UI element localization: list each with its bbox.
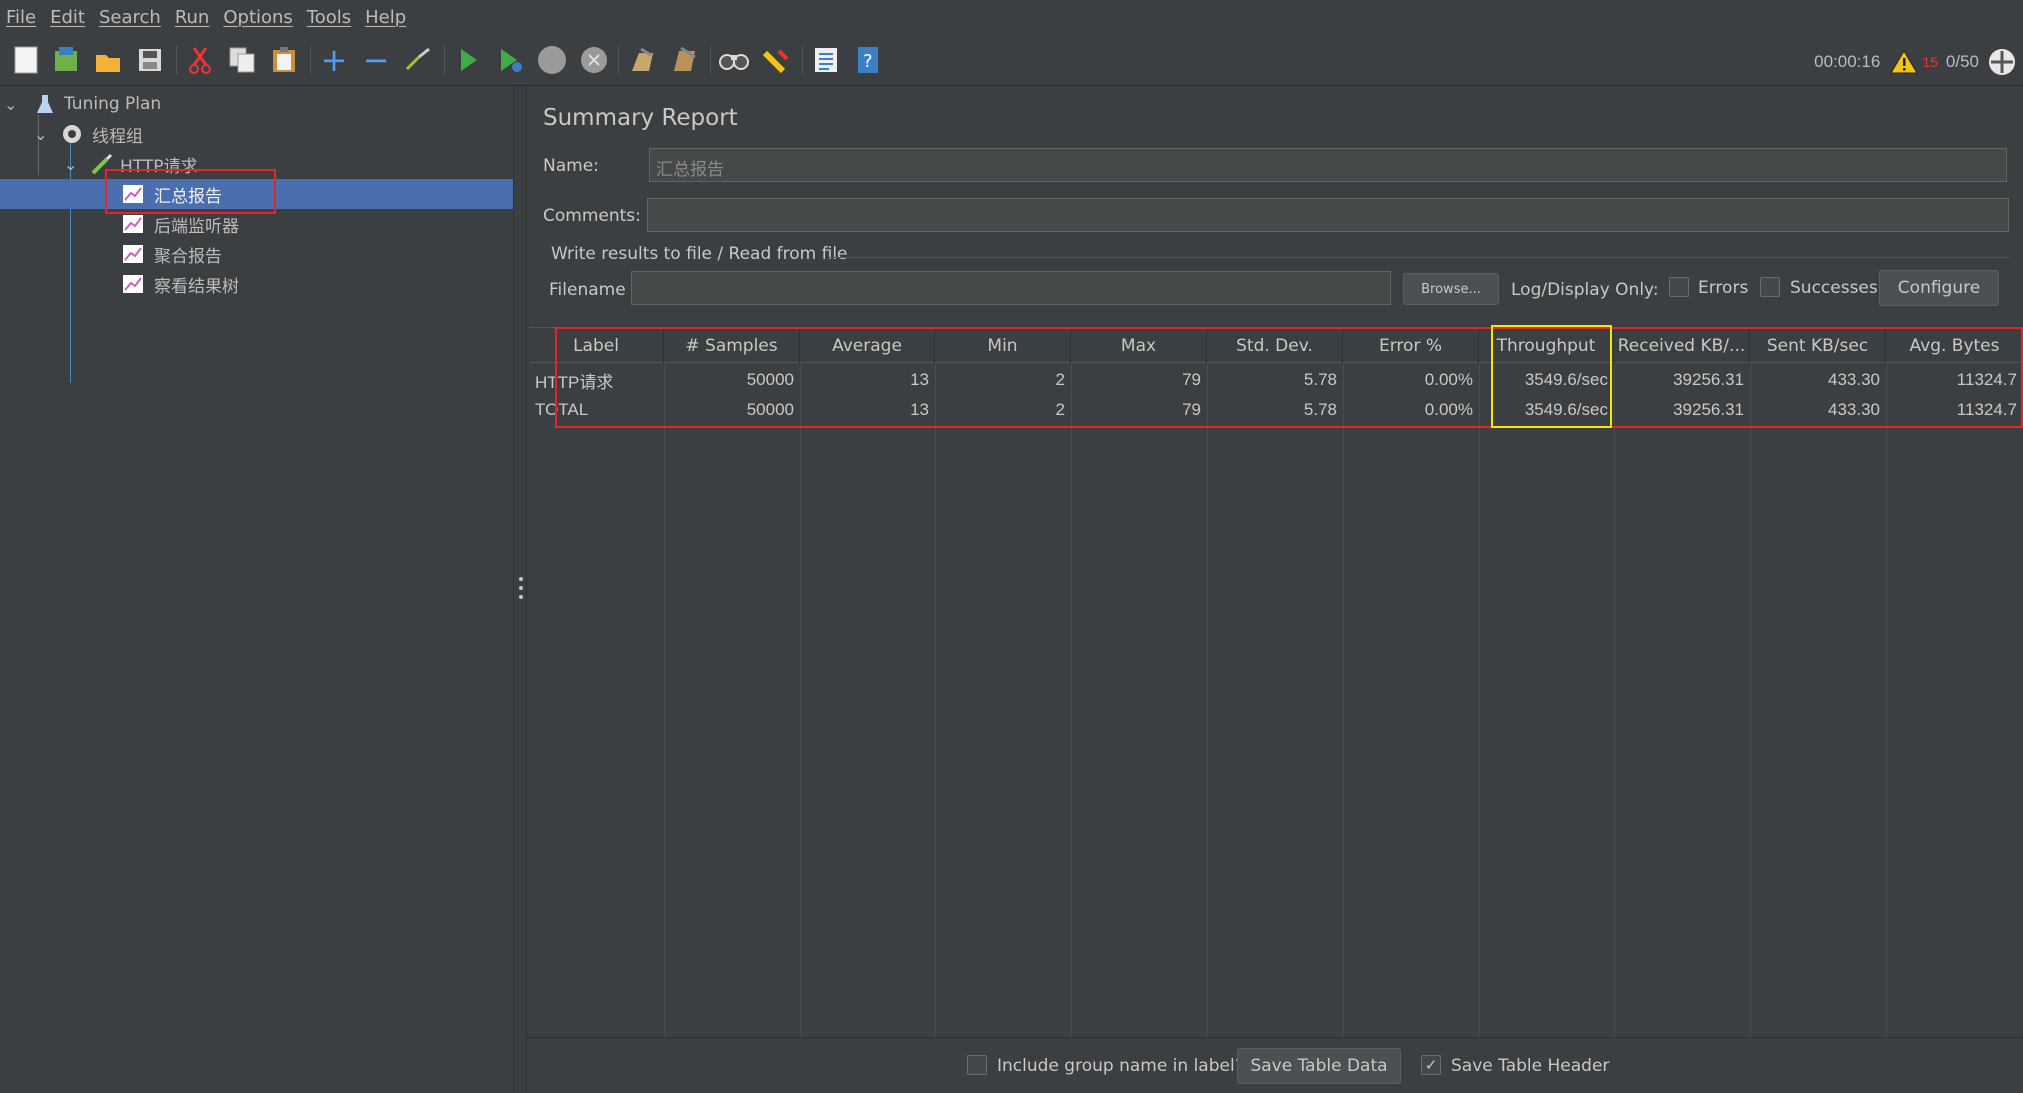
menu-edit[interactable]: Edit: [50, 7, 85, 28]
copy-icon[interactable]: [226, 44, 258, 76]
tree-node-thread-group[interactable]: ⌄ 线程组: [34, 119, 143, 149]
results-table: Label # Samples Average Min Max Std. Dev…: [527, 325, 2023, 1037]
tree-node-listener[interactable]: 察看结果树: [122, 269, 239, 299]
start-no-pause-icon[interactable]: [494, 44, 526, 76]
include-group-label: Include group name in label?: [997, 1056, 1244, 1076]
group-divider: [829, 257, 2009, 258]
svg-text:?: ?: [863, 51, 873, 72]
tree-node-label: Tuning Plan: [64, 94, 162, 114]
help-icon[interactable]: ?: [852, 44, 884, 76]
menu-search[interactable]: Search: [99, 7, 161, 28]
annotation-highlight: [555, 327, 2023, 428]
page-title: Summary Report: [543, 105, 738, 131]
filename-field[interactable]: [631, 271, 1391, 305]
start-icon[interactable]: [452, 44, 484, 76]
shutdown-icon[interactable]: [578, 44, 610, 76]
graph-icon: [122, 244, 144, 264]
remote-status-icon: [1987, 47, 2017, 77]
annotation-highlight: [105, 169, 276, 214]
tree-node-label: 聚合报告: [154, 246, 222, 267]
gear-icon: [60, 122, 84, 146]
menu-bar: File Edit Search Run Options Tools Help: [0, 0, 2023, 34]
tree-node-label: 线程组: [92, 126, 143, 147]
comments-field[interactable]: [647, 198, 2009, 232]
reset-search-icon[interactable]: [760, 44, 792, 76]
elapsed-time: 00:00:16: [1814, 52, 1881, 71]
menu-tools[interactable]: Tools: [307, 7, 351, 28]
templates-icon[interactable]: [50, 44, 82, 76]
chevron-down-icon[interactable]: ⌄: [4, 95, 24, 114]
open-icon[interactable]: [92, 44, 124, 76]
filename-label: Filename: [549, 280, 626, 300]
name-label: Name:: [543, 156, 599, 176]
successes-checkbox[interactable]: [1760, 277, 1780, 297]
annotation-highlight: [1491, 325, 1612, 428]
include-group-checkbox[interactable]: [967, 1055, 987, 1075]
table-footer: Include group name in label? Save Table …: [527, 1037, 2023, 1093]
check-icon: ✓: [1424, 1056, 1438, 1074]
successes-label: Successes: [1790, 278, 1878, 298]
name-field[interactable]: 汇总报告: [649, 148, 2007, 182]
tree-node-label: 察看结果树: [154, 276, 239, 297]
configure-button[interactable]: Configure: [1879, 270, 1999, 306]
splitter[interactable]: [513, 87, 527, 1093]
warning-count: 15: [1922, 54, 1938, 70]
graph-icon: [122, 214, 144, 234]
save-icon[interactable]: [134, 44, 166, 76]
errors-checkbox[interactable]: [1669, 277, 1689, 297]
chevron-down-icon[interactable]: ⌄: [34, 125, 54, 144]
chevron-down-icon[interactable]: ⌄: [64, 155, 84, 174]
thread-count: 0/50: [1945, 52, 1979, 71]
expand-icon[interactable]: +: [318, 41, 350, 79]
clear-icon[interactable]: [626, 44, 658, 76]
toolbar: + − ? 00:00:16 15 0/50: [0, 34, 2023, 86]
tree-node-label: 后端监听器: [154, 216, 239, 237]
tree-node-listener[interactable]: 聚合报告: [122, 239, 222, 269]
menu-help[interactable]: Help: [365, 7, 406, 28]
save-table-header-label: Save Table Header: [1451, 1056, 1610, 1076]
menu-file[interactable]: File: [6, 7, 36, 28]
graph-icon: [122, 274, 144, 294]
summary-report-panel: Summary Report Name: 汇总报告 Comments: Writ…: [527, 87, 2023, 1093]
menu-options[interactable]: Options: [223, 7, 292, 28]
function-helper-icon[interactable]: [810, 44, 842, 76]
menu-run[interactable]: Run: [175, 7, 210, 28]
warning-icon[interactable]: [1890, 49, 1919, 75]
search-icon[interactable]: [718, 44, 750, 76]
comments-label: Comments:: [543, 206, 641, 226]
cut-icon[interactable]: [184, 44, 216, 76]
save-table-header-checkbox[interactable]: ✓: [1421, 1055, 1441, 1075]
file-group-title: Write results to file / Read from file: [551, 244, 848, 264]
splitter-handle[interactable]: [518, 577, 523, 599]
tree-node-test-plan[interactable]: ⌄ Tuning Plan: [4, 89, 161, 119]
save-table-data-button[interactable]: Save Table Data: [1237, 1048, 1401, 1084]
browse-button[interactable]: Browse...: [1403, 273, 1499, 305]
test-plan-tree: ⌄ Tuning Plan ⌄ 线程组 ⌄ HTTP请求 汇总报告 后端监听器: [0, 87, 513, 1093]
new-icon[interactable]: [10, 44, 42, 76]
clear-all-icon[interactable]: [668, 44, 700, 76]
toggle-icon[interactable]: [402, 44, 434, 76]
stop-icon[interactable]: [536, 44, 568, 76]
errors-label: Errors: [1698, 278, 1749, 298]
log-display-label: Log/Display Only:: [1511, 280, 1659, 300]
status-area: 00:00:16 15 0/50: [1814, 46, 2023, 78]
paste-icon[interactable]: [268, 44, 300, 76]
flask-icon: [36, 93, 54, 115]
collapse-icon[interactable]: −: [360, 41, 392, 79]
